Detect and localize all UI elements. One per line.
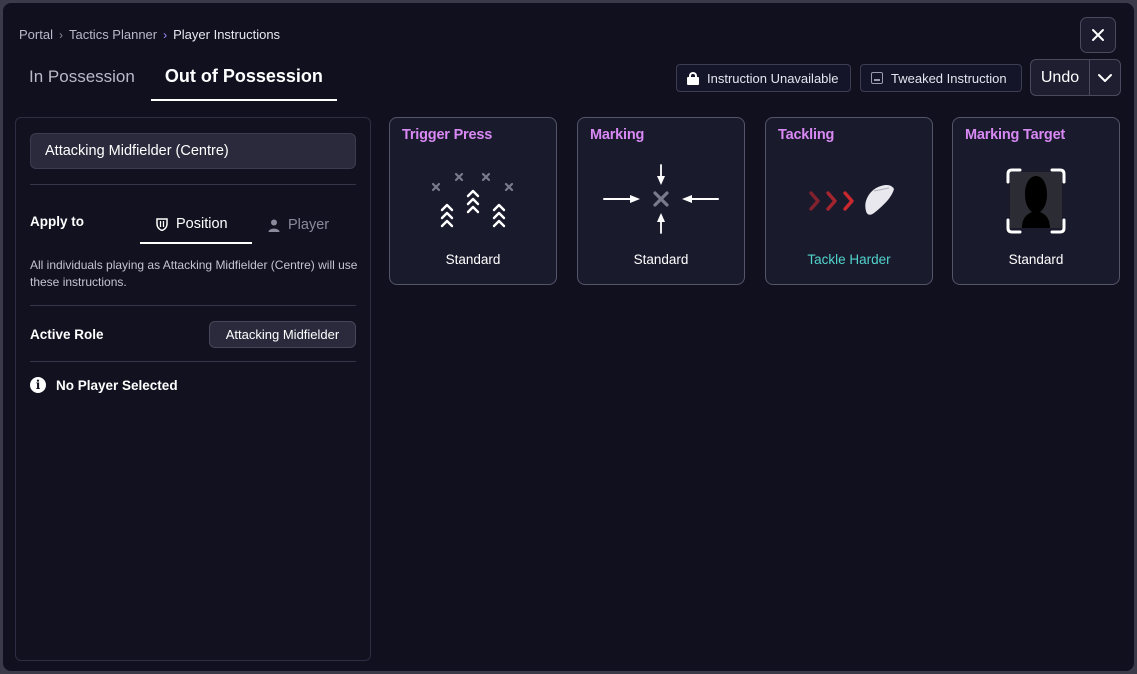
divider: [30, 184, 356, 185]
undo-control: Undo: [1030, 59, 1121, 96]
instruction-settings-panel: Attacking Midfielder (Centre) Apply to P…: [15, 117, 371, 661]
divider: [30, 305, 356, 306]
legend-label: Tweaked Instruction: [891, 70, 1007, 86]
breadcrumb: Portal › Tactics Planner › Player Instru…: [19, 27, 280, 42]
apply-tab-player[interactable]: Player: [268, 206, 329, 244]
apply-tab-label: Player: [288, 217, 330, 233]
apply-tab-label: Position: [176, 216, 228, 232]
breadcrumb-portal[interactable]: Portal: [19, 27, 53, 42]
position-selector[interactable]: Attacking Midfielder (Centre): [30, 133, 356, 169]
close-icon: [1092, 29, 1104, 41]
trigger-press-icon: [431, 172, 514, 228]
chevron-down-icon: [1098, 73, 1112, 82]
apply-tab-position[interactable]: Position: [140, 206, 252, 244]
shield-icon: [156, 217, 168, 231]
instruction-card-trigger-press[interactable]: Trigger Press Standard: [389, 117, 557, 285]
chevron-right-icon: ›: [58, 27, 63, 42]
player-instructions-window: Portal › Tactics Planner › Player Instru…: [2, 2, 1135, 672]
apply-description: All individuals playing as Attacking Mid…: [30, 258, 358, 289]
chevron-right-icon: ›: [163, 27, 168, 42]
instruction-card-tackling[interactable]: Tackling Tackle Harder: [765, 117, 933, 285]
close-button[interactable]: [1080, 17, 1116, 53]
tackling-icon: [809, 185, 894, 215]
no-player-notice: i No Player Selected: [30, 377, 178, 393]
possession-tabs: In Possession Out of Possession: [17, 57, 341, 101]
breadcrumb-tactics-planner[interactable]: Tactics Planner: [69, 27, 157, 42]
marking-icon: [603, 164, 719, 234]
card-title: Trigger Press: [402, 127, 493, 143]
info-icon: i: [30, 377, 46, 393]
tab-out-of-possession[interactable]: Out of Possession: [150, 57, 337, 101]
card-value: Standard: [445, 252, 501, 267]
card-title: Tackling: [778, 127, 835, 143]
card-value: Standard: [1008, 252, 1064, 267]
apply-to-label: Apply to: [30, 214, 84, 229]
active-role-dropdown[interactable]: Attacking Midfielder: [209, 321, 356, 348]
lock-icon: [687, 71, 699, 85]
undo-dropdown-button[interactable]: [1090, 60, 1120, 95]
active-role-label: Active Role: [30, 327, 104, 342]
no-player-label: No Player Selected: [56, 377, 178, 393]
card-title: Marking Target: [965, 127, 1066, 143]
card-value: Standard: [633, 252, 689, 267]
breadcrumb-player-instructions: Player Instructions: [173, 27, 281, 42]
undo-button[interactable]: Undo: [1031, 60, 1090, 95]
marking-target-icon: [1006, 168, 1066, 234]
instruction-card-marking-target[interactable]: Marking Target Standard: [952, 117, 1120, 285]
instruction-card-marking[interactable]: Marking Standard: [577, 117, 745, 285]
person-icon: [268, 219, 280, 232]
card-title: Marking: [590, 127, 645, 143]
divider: [30, 361, 356, 362]
legend-tweaked-instruction: Tweaked Instruction: [860, 64, 1022, 92]
legend-label: Instruction Unavailable: [707, 70, 839, 86]
tweaked-icon: [871, 72, 883, 84]
card-value: Tackle Harder: [807, 252, 891, 267]
legend-instruction-unavailable: Instruction Unavailable: [676, 64, 851, 92]
tab-in-possession[interactable]: In Possession: [17, 57, 147, 101]
